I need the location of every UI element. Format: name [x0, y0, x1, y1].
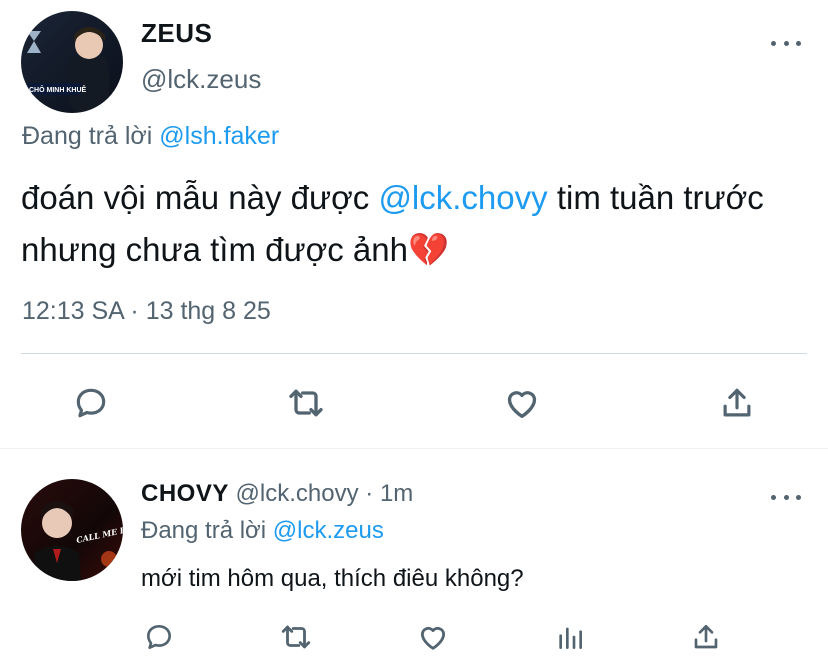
zeus-avatar[interactable]: CHÔ MINH KHUÊ [21, 11, 123, 113]
replying-prefix: Đang trả lời [22, 122, 153, 150]
dot [796, 40, 801, 46]
share-button[interactable] [714, 381, 760, 425]
dot [796, 494, 801, 500]
share-icon [723, 388, 751, 417]
separator-dot: · [365, 480, 374, 507]
tweet-text: đoán vội mẫu này được @lck.chovy tim tuầ… [21, 172, 811, 276]
heart-icon [507, 391, 537, 418]
tweet-text-part: đoán vội mẫu này được [21, 179, 379, 216]
reply-icon [147, 625, 171, 649]
retweet-icon [281, 625, 311, 649]
broken-heart-emoji: 💔 [407, 231, 450, 268]
dot [783, 494, 789, 500]
reply-handle[interactable]: @lck.chovy [236, 480, 359, 507]
mention-link[interactable]: @lck.chovy [378, 179, 547, 216]
like-button[interactable] [498, 381, 546, 425]
retweet-icon [289, 389, 323, 417]
chovy-avatar[interactable]: CALL ME BY FIRE [21, 479, 123, 581]
reply-header: CHOVY @lck.chovy · 1m [141, 480, 413, 508]
reply-reply-button[interactable] [140, 618, 178, 656]
zeus-avatar-caption: CHÔ MINH KHUÊ [29, 85, 86, 94]
retweet-button[interactable] [282, 381, 330, 425]
reply-share-button[interactable] [687, 618, 725, 656]
reply-display-name[interactable]: CHOVY [141, 480, 229, 507]
replying-to-link[interactable]: @lsh.faker [159, 122, 279, 150]
timestamp[interactable]: 12:13 SA · 13 thg 8 25 [22, 297, 271, 326]
dot [771, 494, 776, 500]
replying-to: Đang trả lời @lsh.faker [22, 122, 279, 151]
reply-views-button[interactable] [551, 618, 589, 656]
reply-more-options-button[interactable] [771, 487, 801, 507]
share-icon [694, 625, 718, 649]
section-divider [0, 448, 828, 449]
dot [771, 40, 776, 46]
reply-retweet-button[interactable] [276, 618, 316, 656]
divider [21, 353, 807, 354]
user-handle[interactable]: @lck.zeus [141, 64, 261, 95]
reply-like-button[interactable] [413, 618, 453, 656]
display-name[interactable]: ZEUS [141, 18, 212, 49]
replying-to-link[interactable]: @lck.zeus [273, 517, 384, 544]
replying-prefix: Đang trả lời [141, 517, 267, 544]
heart-icon [420, 626, 446, 650]
more-options-button[interactable] [771, 33, 801, 53]
reply-button[interactable] [68, 381, 114, 425]
reply-icon [76, 388, 106, 418]
dot [783, 40, 789, 46]
reply-text: mới tim hôm qua, thích điêu không? [141, 565, 524, 592]
reply-replying-to: Đang trả lời @lck.zeus [141, 517, 384, 545]
analytics-icon [559, 627, 582, 649]
reply-age[interactable]: 1m [380, 480, 413, 507]
